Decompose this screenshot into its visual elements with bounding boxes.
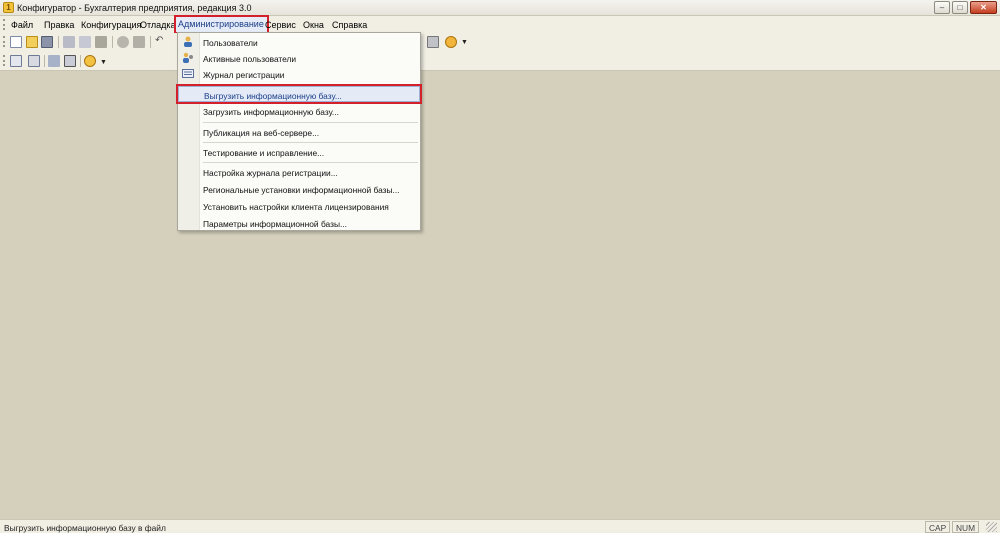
standard-toolbar: ↶ ▼ [0, 33, 1000, 50]
menu-item-infobase-parameters[interactable]: Параметры информационной базы... [178, 215, 420, 231]
save-icon[interactable] [41, 36, 53, 48]
title-bar: 1 Конфигуратор - Бухгалтерия предприятия… [0, 0, 1000, 16]
menu-item-label: Публикация на веб-сервере... [203, 128, 320, 138]
menu-item-label: Активные пользователи [203, 54, 297, 64]
toolbar-separator [112, 36, 113, 48]
menu-item-active-users[interactable]: Активные пользователи [178, 50, 420, 66]
configuration-toolbar: ▼ [0, 50, 1000, 71]
menu-edit[interactable]: Правка [44, 20, 74, 30]
resize-grip[interactable] [986, 522, 997, 532]
administration-menu: Пользователи Активные пользователи Журна… [176, 32, 422, 231]
status-bar: Выгрузить информационную базу в файл CAP… [0, 519, 1000, 533]
menu-item-export-infobase[interactable]: Выгрузить информационную базу... [176, 84, 422, 104]
maximize-button[interactable]: □ [952, 1, 968, 14]
window-icon[interactable] [64, 55, 76, 67]
menu-separator [203, 84, 418, 85]
toolbar-separator [44, 55, 45, 67]
window-title: Конфигуратор - Бухгалтерия предприятия, … [17, 3, 252, 13]
paste-icon[interactable] [95, 36, 107, 48]
menu-item-label: Тестирование и исправление... [203, 148, 325, 158]
toolbar-separator [80, 55, 81, 67]
copy-icon[interactable] [79, 36, 91, 48]
menu-item-import-infobase[interactable]: Загрузить информационную базу... [178, 103, 420, 119]
document-icon[interactable] [28, 55, 40, 67]
reports-icon[interactable] [427, 36, 439, 48]
toolbar-grip[interactable] [3, 36, 6, 47]
menu-item-label: Параметры информационной базы... [203, 219, 347, 229]
menu-windows[interactable]: Окна [303, 20, 324, 30]
menu-item-label: Установить настройки клиента лицензирова… [203, 202, 389, 212]
menu-item-label: Выгрузить информационную базу... [204, 91, 342, 101]
menu-separator [203, 162, 418, 163]
menu-item-event-log-settings[interactable]: Настройка журнала регистрации... [178, 164, 420, 180]
caps-lock-indicator: CAP [925, 521, 951, 533]
toolbar-separator [150, 36, 151, 48]
user-icon [182, 36, 194, 47]
app-icon: 1 [3, 2, 14, 13]
cut-icon[interactable] [63, 36, 75, 48]
open-folder-icon[interactable] [26, 36, 38, 48]
run-debug-icon[interactable] [84, 55, 96, 67]
menu-bar: Файл Правка Конфигурация Отладка Админис… [0, 15, 1000, 34]
menu-help[interactable]: Справка [332, 20, 367, 30]
workspace-area [0, 71, 1000, 519]
menu-service[interactable]: Сервис [265, 20, 296, 30]
active-users-icon [182, 52, 194, 63]
new-file-icon[interactable] [10, 36, 22, 48]
menu-item-label: Журнал регистрации [203, 70, 285, 80]
menu-separator [203, 122, 418, 123]
compare-icon[interactable] [48, 55, 60, 67]
menu-configuration[interactable]: Конфигурация [81, 20, 141, 30]
toolbar-dropdown-caret[interactable]: ▼ [461, 39, 468, 46]
menu-item-label: Региональные установки информационной ба… [203, 185, 400, 195]
menubar-grip[interactable] [3, 19, 6, 30]
menu-separator [203, 142, 418, 143]
num-lock-indicator: NUM [952, 521, 980, 533]
menu-item-label: Пользователи [203, 38, 258, 48]
undo-icon[interactable]: ↶ [155, 36, 165, 48]
run-dropdown-caret[interactable]: ▼ [100, 59, 107, 66]
minimize-button[interactable]: – [934, 1, 950, 14]
menu-debug[interactable]: Отладка [140, 20, 176, 30]
find-icon[interactable] [133, 36, 145, 48]
close-button[interactable]: ✕ [970, 1, 997, 14]
toolbar-grip[interactable] [3, 55, 6, 66]
event-log-icon [182, 68, 194, 79]
menu-administration[interactable]: Администрирование [174, 15, 269, 34]
menu-item-label: Загрузить информационную базу... [203, 107, 339, 117]
print-icon[interactable] [117, 36, 129, 48]
menu-file[interactable]: Файл [11, 20, 33, 30]
toolbar-separator [58, 36, 59, 48]
status-text: Выгрузить информационную базу в файл [4, 523, 166, 533]
menu-item-web-publish[interactable]: Публикация на веб-сервере... [178, 124, 420, 140]
menu-item-users[interactable]: Пользователи [178, 34, 420, 50]
menu-item-label: Настройка журнала регистрации... [203, 168, 338, 178]
menu-item-licensing-client-settings[interactable]: Установить настройки клиента лицензирова… [178, 198, 420, 214]
config-tree-icon[interactable] [10, 55, 22, 67]
info-icon[interactable] [445, 36, 457, 48]
menu-item-regional-settings[interactable]: Региональные установки информационной ба… [178, 181, 420, 197]
menu-item-event-log[interactable]: Журнал регистрации [178, 66, 420, 82]
menu-item-test-repair[interactable]: Тестирование и исправление... [178, 144, 420, 160]
